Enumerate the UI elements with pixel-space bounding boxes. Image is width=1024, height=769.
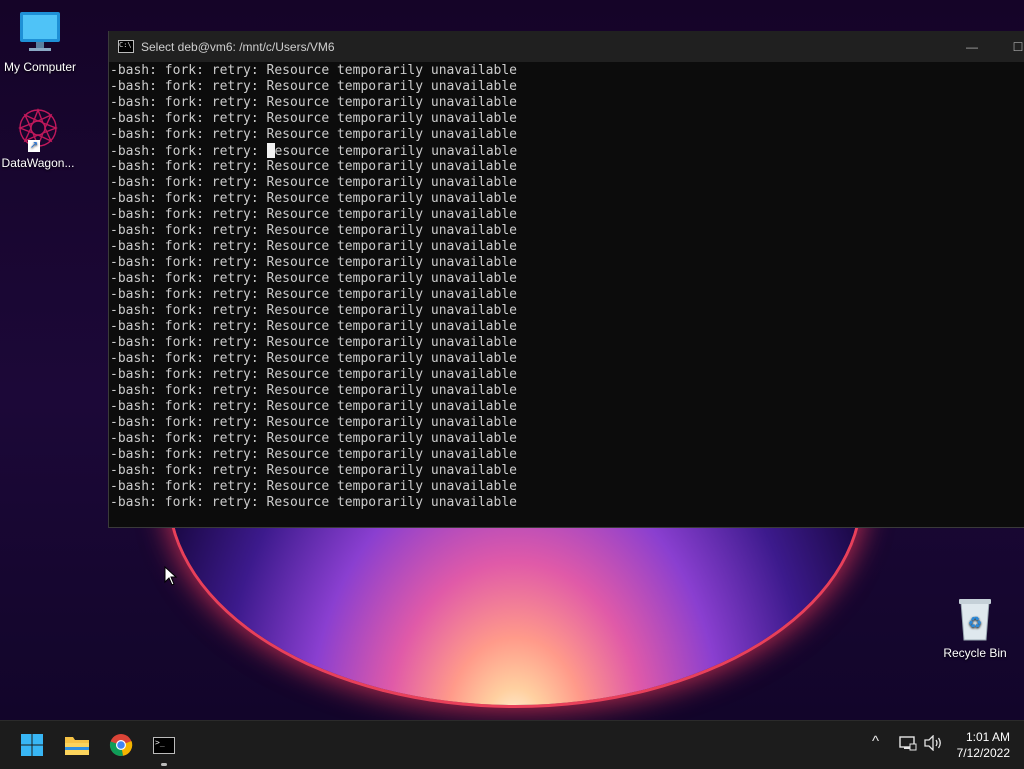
clock-time: 1:01 AM (965, 730, 1010, 744)
terminal-line: -bash: fork: retry: Resource temporarily… (110, 79, 517, 94)
volume-icon[interactable] (923, 734, 943, 755)
terminal-window[interactable]: C:\ Select deb@vm6: /mnt/c/Users/VM6 — ☐… (108, 31, 1024, 528)
terminal-line: -bash: fork: retry: Resource temporarily… (110, 111, 517, 126)
chrome-icon (109, 734, 133, 756)
terminal-line: -bash: fork: retry: Resource temporarily… (110, 383, 517, 398)
desktop-icon-label: DataWagon... (1, 156, 75, 170)
svg-text:♻: ♻ (968, 615, 982, 632)
terminal-line: -bash: fork: retry: Resource temporarily… (110, 351, 517, 366)
terminal-line: -bash: fork: retry: Resource temporarily… (110, 271, 517, 286)
terminal-line: -bash: fork: retry: Resource temporarily… (110, 415, 517, 430)
windows-start-icon (21, 734, 43, 756)
shortcut-arrow-icon: ↗ (28, 140, 40, 152)
terminal-taskbar-button[interactable]: >_ (144, 725, 184, 766)
terminal-line: -bash: fork: retry: Resource temporarily… (110, 399, 517, 414)
terminal-line: -bash: fork: retry: Resource temporarily… (110, 447, 517, 462)
terminal-line: -bash: fork: retry: Resource temporarily… (110, 191, 517, 206)
terminal-line: -bash: fork: retry: Resource temporarily… (110, 463, 517, 478)
maximize-button[interactable]: ☐ (995, 31, 1024, 62)
terminal-line: -bash: fork: retry: Resource temporarily… (110, 495, 517, 510)
terminal-title: Select deb@vm6: /mnt/c/Users/VM6 (141, 39, 335, 54)
terminal-line: -bash: fork: retry: Resource temporarily… (110, 223, 517, 238)
terminal-line: -bash: fork: retry: Resource temporarily… (110, 63, 517, 78)
terminal-line: -bash: fork: retry: Resource temporarily… (110, 239, 517, 254)
mouse-pointer-icon (164, 565, 178, 591)
taskbar-clock[interactable]: 1:01 AM 7/12/2022 (957, 729, 1010, 761)
terminal-line: -bash: fork: retry: esource temporarily … (110, 143, 1024, 159)
desktop-icon-recycle-bin[interactable]: ♻ Recycle Bin (935, 596, 1015, 660)
active-app-indicator (161, 763, 167, 766)
maximize-icon: ☐ (1012, 39, 1024, 54)
terminal-title-bar[interactable]: C:\ Select deb@vm6: /mnt/c/Users/VM6 — ☐ (109, 31, 1024, 62)
taskbar: >_ ^ 1:01 AM 7/12/2022 (0, 720, 1024, 769)
desktop-icon-label: My Computer (3, 60, 77, 74)
terminal-output[interactable]: -bash: fork: retry: Resource temporarily… (109, 62, 1024, 525)
start-button[interactable] (12, 725, 52, 765)
terminal-line: -bash: fork: retry: Resource temporarily… (110, 479, 517, 494)
terminal-line: -bash: fork: retry: Resource temporarily… (110, 335, 517, 350)
terminal-icon: >_ (153, 736, 175, 754)
terminal-line: -bash: fork: retry: Resource temporarily… (110, 431, 517, 446)
minimize-icon: — (966, 39, 978, 54)
desktop-icon-label: Recycle Bin (943, 646, 1007, 660)
file-explorer-button[interactable] (57, 725, 97, 765)
monitor-icon (16, 10, 64, 58)
minimize-button[interactable]: — (949, 31, 995, 62)
selection-cursor (266, 143, 275, 158)
terminal-line: -bash: fork: retry: Resource temporarily… (110, 287, 517, 302)
terminal-line: -bash: fork: retry: Resource temporarily… (110, 319, 517, 334)
show-hidden-icons-chevron[interactable]: ^ (872, 733, 879, 750)
terminal-line: -bash: fork: retry: Resource temporarily… (110, 303, 517, 318)
terminal-line: -bash: fork: retry: Resource temporarily… (110, 207, 517, 222)
terminal-line-text: -bash: fork: retry: (110, 144, 267, 159)
chrome-button[interactable] (101, 725, 141, 765)
clock-date: 7/12/2022 (956, 746, 1010, 760)
recycle-bin-icon: ♻ (951, 596, 999, 644)
terminal-line: -bash: fork: retry: Resource temporarily… (110, 159, 517, 174)
terminal-line: -bash: fork: retry: Resource temporarily… (110, 255, 517, 270)
terminal-line: -bash: fork: retry: Resource temporarily… (110, 367, 517, 382)
file-explorer-icon (65, 737, 89, 755)
terminal-line: -bash: fork: retry: Resource temporarily… (110, 127, 517, 142)
terminal-line: -bash: fork: retry: Resource temporarily… (110, 175, 517, 190)
command-prompt-icon: C:\ (118, 40, 134, 53)
datawagon-app-icon: ↗ (14, 106, 62, 154)
desktop-icon-datawagon[interactable]: ↗ DataWagon... (0, 106, 78, 170)
terminal-line-text: esource temporarily unavailable (274, 144, 518, 159)
network-icon[interactable] (899, 735, 917, 755)
terminal-line: -bash: fork: retry: Resource temporarily… (110, 95, 517, 110)
desktop-icon-my-computer[interactable]: My Computer (0, 10, 80, 74)
